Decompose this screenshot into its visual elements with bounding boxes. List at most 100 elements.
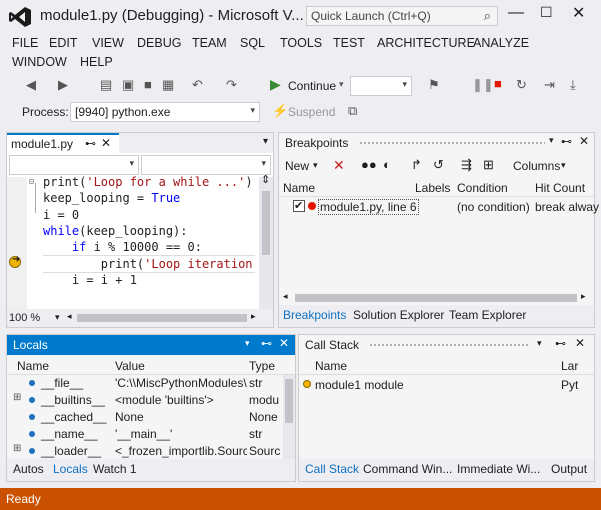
editor-vertical-scrollbar[interactable] [259, 177, 273, 309]
save-icon[interactable]: ■ [144, 77, 152, 92]
tab-call-stack[interactable]: Call Stack [305, 462, 359, 476]
go-to-source-icon[interactable]: ↱ [411, 157, 422, 173]
scroll-left-icon[interactable]: ◂ [67, 311, 72, 322]
column-labels[interactable]: Labels [415, 181, 450, 195]
solution-config-select[interactable]: ▾ [350, 76, 412, 96]
menu-file[interactable]: FILE [12, 36, 38, 50]
table-row[interactable]: ⊞ __builtins__ <module 'builtins'> modu [7, 392, 283, 409]
chevron-down-icon[interactable]: ▾ [263, 136, 268, 147]
delete-all-icon[interactable]: ●● [361, 157, 377, 172]
chevron-down-icon[interactable]: ▾ [245, 338, 250, 349]
attach-icon[interactable]: ⚑ [428, 77, 440, 93]
chevron-down-icon[interactable]: ▾ [537, 338, 542, 349]
minimize-button[interactable]: — [508, 4, 524, 22]
breakpoints-horizontal-scrollbar[interactable]: ◂ ▸ [279, 291, 594, 305]
collapse-icon[interactable]: ⊟ [29, 177, 34, 186]
close-panel-icon[interactable]: ✕ [575, 336, 585, 350]
chevron-down-icon[interactable]: ▾ [561, 160, 566, 171]
menu-architecture[interactable]: ARCHITECTURE [377, 36, 475, 50]
continue-button[interactable]: Continue [288, 79, 336, 93]
pin-icon[interactable]: ⊷ [85, 137, 96, 150]
table-row[interactable]: __file__ 'C:\\MiscPythonModules\\ str [7, 375, 283, 392]
step-into-icon[interactable]: ⤓ [570, 77, 576, 93]
menu-tools[interactable]: TOOLS [280, 36, 322, 50]
locals-vertical-scrollbar[interactable] [283, 375, 295, 459]
show-next-statement-icon[interactable]: ⇥ [544, 77, 555, 93]
back-icon[interactable]: ◀ [26, 77, 36, 93]
suspend-icon[interactable]: ⚡ [272, 103, 288, 119]
menu-debug[interactable]: DEBUG [137, 36, 181, 50]
close-panel-icon[interactable]: ✕ [579, 134, 589, 148]
scroll-left-icon[interactable]: ◂ [283, 291, 288, 302]
stop-icon[interactable]: ■ [494, 76, 502, 91]
chevron-down-icon[interactable]: ▾ [549, 135, 554, 146]
continue-dropdown-icon[interactable]: ▾ [339, 79, 344, 90]
navigation-types-select[interactable]: ▾ [9, 155, 139, 175]
column-name[interactable]: Name [17, 359, 49, 373]
chevron-down-icon[interactable]: ▾ [55, 312, 60, 323]
disable-all-icon[interactable]: ◐ [383, 157, 391, 172]
redo-icon[interactable]: ↷ [226, 77, 237, 93]
zoom-level[interactable]: 100 % [9, 312, 40, 324]
quick-launch-input[interactable]: Quick Launch (Ctrl+Q) ⌕ [306, 6, 498, 26]
new-project-icon[interactable]: ▤ [100, 77, 112, 93]
menu-help[interactable]: HELP [80, 55, 113, 69]
menu-team[interactable]: TEAM [192, 36, 227, 50]
scrollbar-thumb[interactable] [262, 191, 270, 255]
split-icon[interactable]: ⇕ [261, 173, 270, 186]
columns-button[interactable]: Columns [513, 159, 560, 173]
scroll-right-icon[interactable]: ▸ [251, 311, 256, 322]
menu-view[interactable]: VIEW [92, 36, 124, 50]
column-hit-count[interactable]: Hit Count [535, 181, 585, 195]
chevron-down-icon[interactable]: ▾ [313, 160, 318, 171]
scrollbar-thumb[interactable] [295, 294, 577, 302]
menu-edit[interactable]: EDIT [49, 36, 77, 50]
close-tab-icon[interactable]: ✕ [101, 136, 111, 150]
suspend-button[interactable]: Suspend [288, 105, 335, 119]
save-all-icon[interactable]: ▦ [162, 77, 174, 93]
scrollbar-thumb[interactable] [285, 379, 293, 423]
tab-team-explorer[interactable]: Team Explorer [449, 308, 526, 322]
export-icon[interactable]: ⇶ [461, 157, 472, 173]
pause-icon[interactable]: ❚❚ [472, 77, 494, 93]
table-row[interactable]: __name__ '__main__' str [7, 426, 283, 443]
pin-icon[interactable]: ⊷ [561, 135, 572, 148]
column-condition[interactable]: Condition [457, 181, 508, 195]
editor-tab[interactable]: module1.py ⊷ ✕ [7, 133, 119, 153]
tab-command-window[interactable]: Command Win... [363, 462, 452, 476]
maximize-button[interactable]: ☐ [540, 4, 553, 21]
continue-icon[interactable]: ▶ [270, 76, 281, 93]
expand-icon[interactable]: ⊞ [13, 392, 21, 403]
scroll-right-icon[interactable]: ▸ [581, 291, 586, 302]
menu-sql[interactable]: SQL [240, 36, 265, 50]
menu-test[interactable]: TEST [333, 36, 365, 50]
tab-output[interactable]: Output [551, 462, 587, 476]
table-row[interactable]: ✔ module1.py, line 6 (no condition) brea… [279, 199, 599, 216]
column-name[interactable]: Name [315, 359, 347, 373]
column-language[interactable]: Lar [561, 359, 578, 373]
tab-autos[interactable]: Autos [13, 462, 44, 476]
tab-immediate-window[interactable]: Immediate Wi... [457, 462, 540, 476]
table-row[interactable]: module1 module Pyt [299, 377, 594, 394]
table-row[interactable]: __cached__ None None [7, 409, 283, 426]
table-row[interactable]: ⊞ __loader__ <_frozen_importlib.Source Sour… [7, 443, 283, 460]
import-icon[interactable]: ⊞ [483, 157, 494, 173]
column-type[interactable]: Type [249, 359, 275, 373]
pin-icon[interactable]: ⊷ [555, 337, 566, 350]
enabled-checkbox[interactable]: ✔ [293, 200, 305, 212]
tab-solution-explorer[interactable]: Solution Explorer [353, 308, 444, 322]
tab-breakpoints[interactable]: Breakpoints [283, 308, 346, 322]
process-select[interactable]: [9940] python.exe ▾ [70, 102, 260, 122]
restart-icon[interactable]: ↻ [516, 77, 527, 93]
close-panel-icon[interactable]: ✕ [279, 336, 289, 350]
tab-watch-1[interactable]: Watch 1 [93, 462, 137, 476]
code-editor[interactable]: print('Loop for a while ...') keep_loopin… [43, 174, 255, 304]
expand-icon[interactable]: ⊞ [13, 443, 21, 454]
menu-window[interactable]: WINDOW [12, 55, 67, 69]
horizontal-scrollbar-thumb[interactable] [77, 314, 247, 322]
forward-icon[interactable]: ▶ [58, 77, 68, 93]
close-button[interactable]: ✕ [572, 3, 585, 23]
navigation-members-select[interactable]: ▾ [141, 155, 271, 175]
go-to-disassembly-icon[interactable]: ↺ [433, 157, 444, 173]
new-breakpoint-button[interactable]: New [285, 159, 309, 173]
